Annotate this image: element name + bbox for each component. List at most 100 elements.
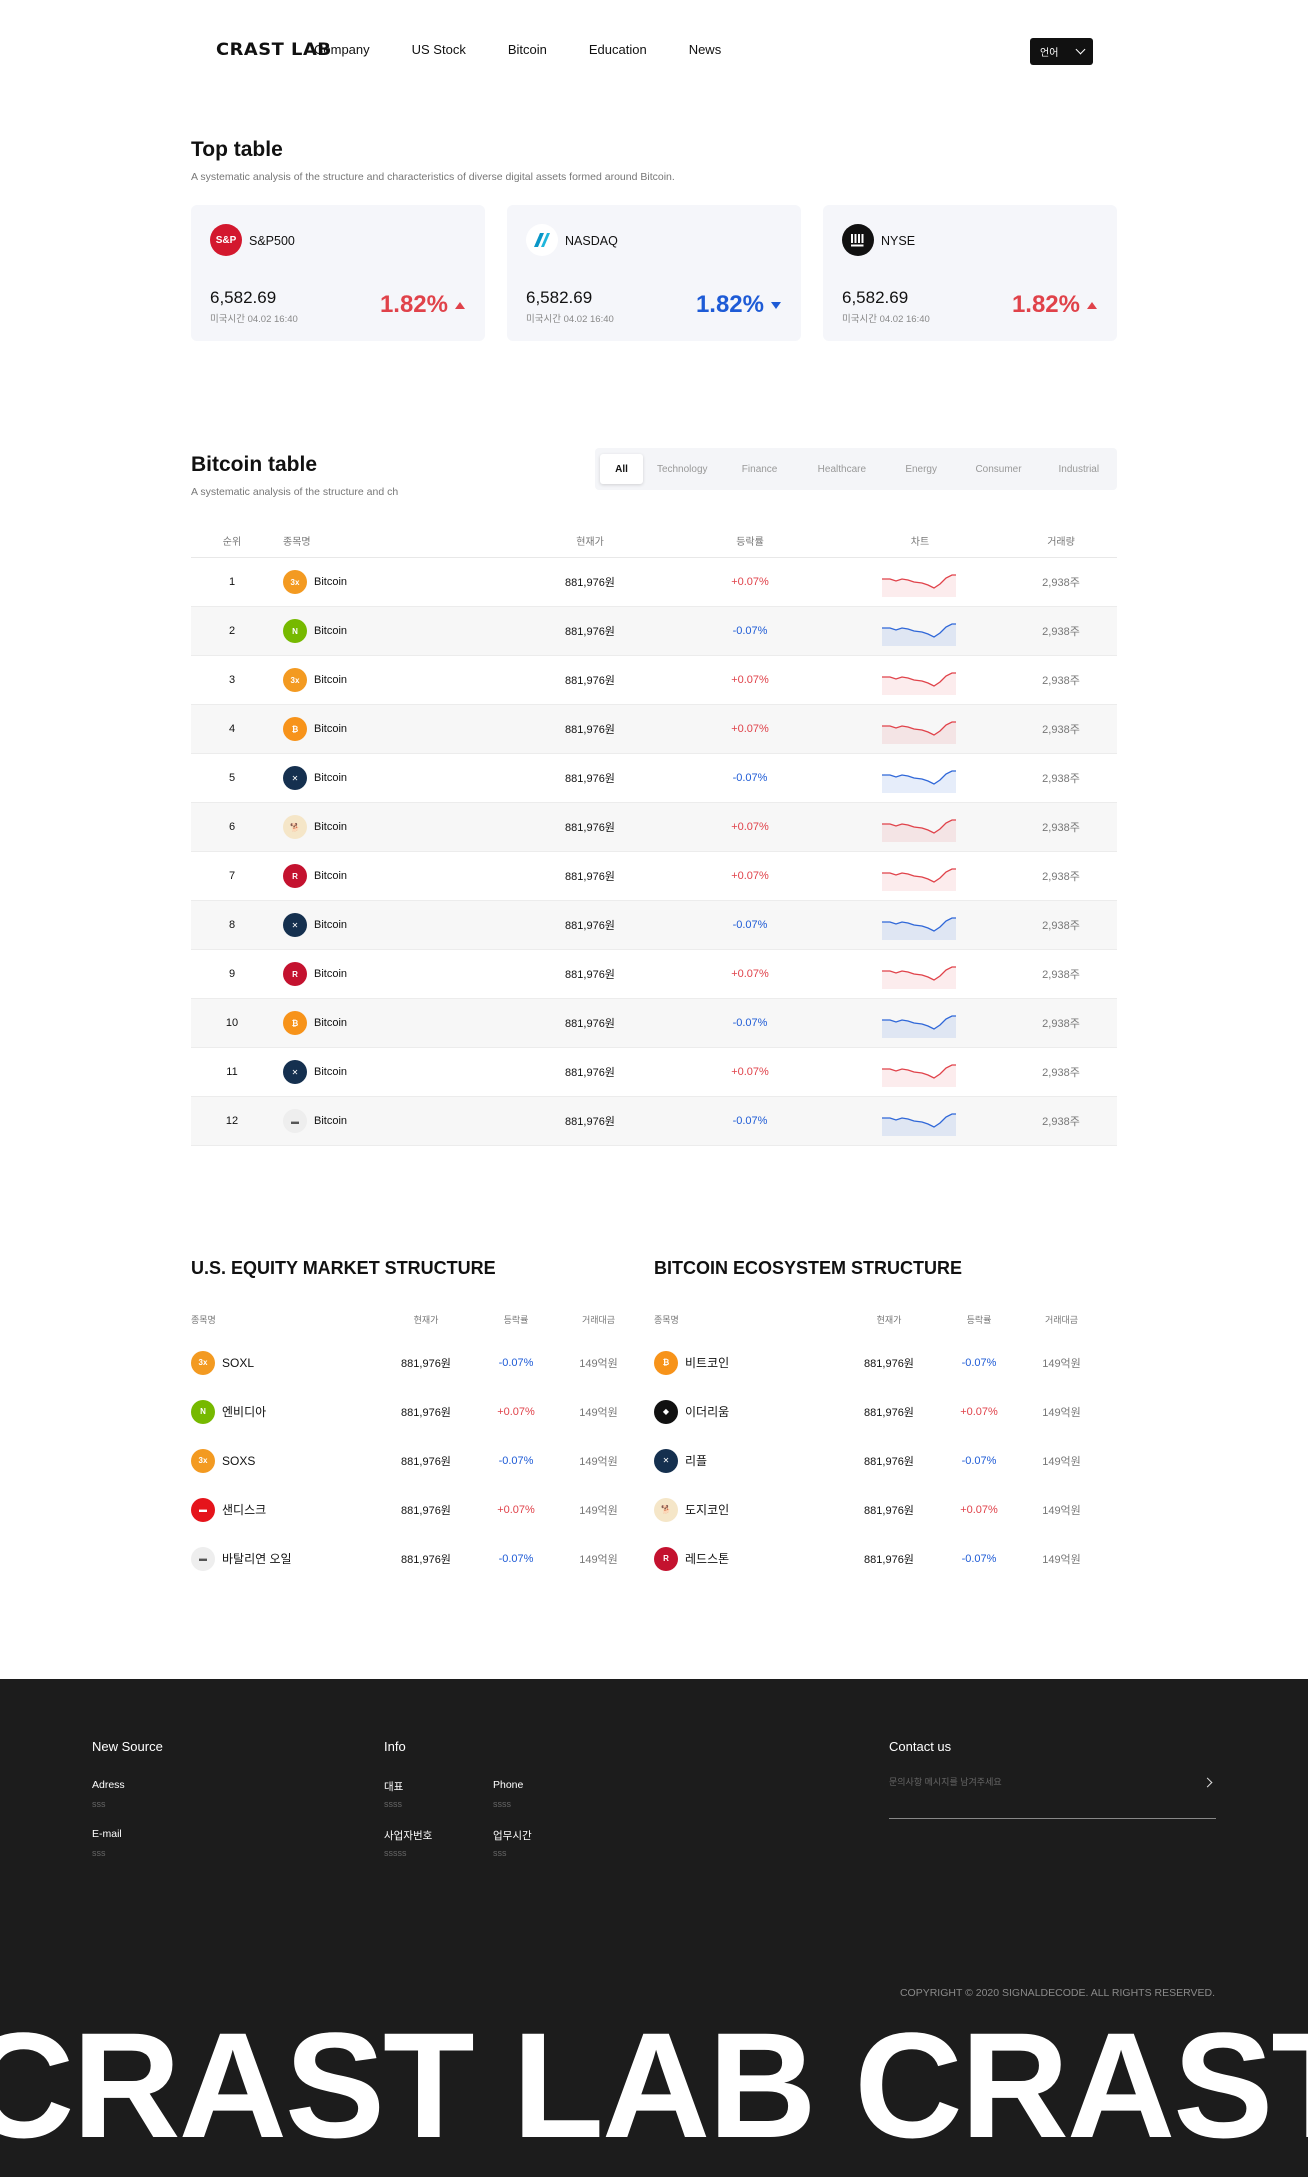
tab-technology[interactable]: Technology [643,454,721,484]
contact-input-underline [889,1799,1216,1819]
top-table-subtitle: A systematic analysis of the structure a… [191,171,675,183]
table-row[interactable]: 4 ₿ Bitcoin 881,976원 +0.07% 2,938주 [191,705,1117,754]
us-equity-structure: U.S. EQUITY MARKET STRUCTURE 종목명 현재가 등락률… [191,1258,654,1583]
asset-name: Bitcoin [314,772,348,784]
table-row[interactable]: 8 ✕ Bitcoin 881,976원 -0.07% 2,938주 [191,901,1117,950]
rank-cell: 12 [225,1115,239,1127]
sandisk-icon: ▬ [191,1497,215,1522]
tab-finance[interactable]: Finance [721,454,797,484]
tab-all[interactable]: All [600,454,644,484]
nav-bitcoin[interactable]: Bitcoin [508,42,547,57]
table-row[interactable]: 10 ₿ Bitcoin 881,976원 -0.07% 2,938주 [191,999,1117,1048]
price-cell: 881,976원 [565,920,615,932]
bitcoin-table: 순위 종목명 현재가 등락률 차트 거래량 1 3x Bitcoin 881,976원… [191,523,1117,1146]
asset-name: Bitcoin [314,674,348,686]
rank-cell: 3 [228,674,236,686]
nav-company[interactable]: Company [314,42,370,57]
price-cell: 881,976원 [401,1406,451,1419]
list-item[interactable]: ◆ 이더리움 881,976원 +0.07% 149억원 [654,1387,1117,1436]
triangle-up-icon [455,301,465,309]
col-change: 등락률 [736,536,764,548]
footer-biz-label: 사업자번호 [384,1830,433,1842]
volume-cell: 2,938주 [1042,1067,1080,1079]
index-card-nasdaq[interactable]: NASDAQ 6,582.69 미국시간 04.02 16:40 1.82% [507,205,801,341]
list-item[interactable]: N 엔비디아 881,976원 +0.07% 149억원 [191,1387,654,1436]
nav-us-stock[interactable]: US Stock [412,42,466,57]
chart-cell [835,763,1005,793]
chart-cell [835,861,1005,891]
rank-cell: 9 [228,968,236,980]
list-item[interactable]: 🐕 도지코인 881,976원 +0.07% 149억원 [654,1485,1117,1534]
category-tabs: All Technology Finance Healthcare Energy Cons… [595,448,1117,490]
list-item[interactable]: R 레드스톤 881,976원 -0.07% 149억원 [654,1534,1117,1583]
ethereum-icon: ◆ [654,1399,678,1424]
main-content: Top table A systematic analysis of the s… [191,104,1117,1583]
change-cell: -0.07% [732,625,768,637]
send-arrow-icon[interactable] [1202,1777,1213,1788]
col-price: 현재가 [413,1314,439,1325]
price-cell: 881,976원 [565,724,615,736]
asset-name: SOXS [222,1453,256,1468]
col-change: 등락률 [503,1314,529,1325]
list-item[interactable]: ▬ 샌디스크 881,976원 +0.07% 149억원 [191,1485,654,1534]
volume-cell: 2,938주 [1042,626,1080,638]
change-cell: +0.07% [497,1503,535,1516]
sparkline-chart [882,721,956,744]
price-cell: 881,976원 [864,1455,914,1468]
index-value: 6,582.69 [526,288,593,307]
change-cell: -0.07% [498,1552,534,1565]
index-name: S&P500 [249,234,295,248]
volume-cell: 149억원 [1042,1357,1081,1370]
sparkline-chart [882,1113,956,1136]
change-cell: +0.07% [731,870,769,882]
dogecoin-icon: 🐕 [654,1497,678,1522]
change-cell: +0.07% [960,1503,998,1516]
table-header: 순위 종목명 현재가 등락률 차트 거래량 [191,523,1117,558]
tab-healthcare[interactable]: Healthcare [798,454,886,484]
table-row[interactable]: 5 ✕ Bitcoin 881,976원 -0.07% 2,938주 [191,754,1117,803]
volume-cell: 2,938주 [1042,969,1080,981]
change-cell: -0.07% [732,772,768,784]
asset-name: Bitcoin [314,821,348,833]
nvidia-icon: N [191,1399,215,1424]
volume-cell: 2,938주 [1042,871,1080,883]
rank-cell: 8 [228,919,236,931]
nav-education[interactable]: Education [589,42,647,57]
redstone-icon: R [283,864,307,888]
index-time: 미국시간 04.02 16:40 [210,314,298,325]
list-item[interactable]: ✕ 리플 881,976원 -0.07% 149억원 [654,1436,1117,1485]
index-card-sp500[interactable]: S&P S&P500 6,582.69 미국시간 04.02 16:40 1.8… [191,205,485,341]
table-row[interactable]: 6 🐕 Bitcoin 881,976원 +0.07% 2,938주 [191,803,1117,852]
chart-cell [835,567,1005,597]
table-row[interactable]: 7 R Bitcoin 881,976원 +0.07% 2,938주 [191,852,1117,901]
price-cell: 881,976원 [565,1067,615,1079]
table-row[interactable]: 1 3x Bitcoin 881,976원 +0.07% 2,938주 [191,558,1117,607]
table-row[interactable]: 9 R Bitcoin 881,976원 +0.07% 2,938주 [191,950,1117,999]
nyse-icon-shape [851,234,864,247]
tab-energy[interactable]: Energy [886,454,957,484]
nav-news[interactable]: News [689,42,722,57]
list-item[interactable]: ₿ 비트코인 881,976원 -0.07% 149억원 [654,1338,1117,1387]
tab-industrial[interactable]: Industrial [1041,454,1117,484]
price-cell: 881,976원 [565,1116,615,1128]
list-item[interactable]: 3x SOXS 881,976원 -0.07% 149억원 [191,1436,654,1485]
list-item[interactable]: 3x SOXL 881,976원 -0.07% 149억원 [191,1338,654,1387]
table-row[interactable]: 3 3x Bitcoin 881,976원 +0.07% 2,938주 [191,656,1117,705]
name-cell: ▬ Bitcoin [273,1109,515,1133]
sp500-icon: S&P [210,224,242,256]
language-select[interactable]: 언어 [1030,38,1093,65]
table-row[interactable]: 12 ▬ Bitcoin 881,976원 -0.07% 2,938주 [191,1097,1117,1146]
main-nav: Company US Stock Bitcoin Education News [314,42,763,57]
index-card-nyse[interactable]: NYSE 6,582.69 미국시간 04.02 16:40 1.82% [823,205,1117,341]
us-equity-list: 3x SOXL 881,976원 -0.07% 149억원 N 엔비디아 881,976원 +0… [191,1338,654,1583]
name-cell: 3x Bitcoin [273,570,515,594]
table-row[interactable]: 2 N Bitcoin 881,976원 -0.07% 2,938주 [191,607,1117,656]
redstone-icon: R [283,962,307,986]
soxs-icon: 3x [191,1448,215,1473]
contact-message-input[interactable] [889,1777,1189,1787]
tab-consumer[interactable]: Consumer [956,454,1040,484]
price-cell: 881,976원 [565,626,615,638]
name-cell: 3x Bitcoin [273,668,515,692]
list-item[interactable]: ▬ 바탈리연 오일 881,976원 -0.07% 149억원 [191,1534,654,1583]
table-row[interactable]: 11 ✕ Bitcoin 881,976원 +0.07% 2,938주 [191,1048,1117,1097]
